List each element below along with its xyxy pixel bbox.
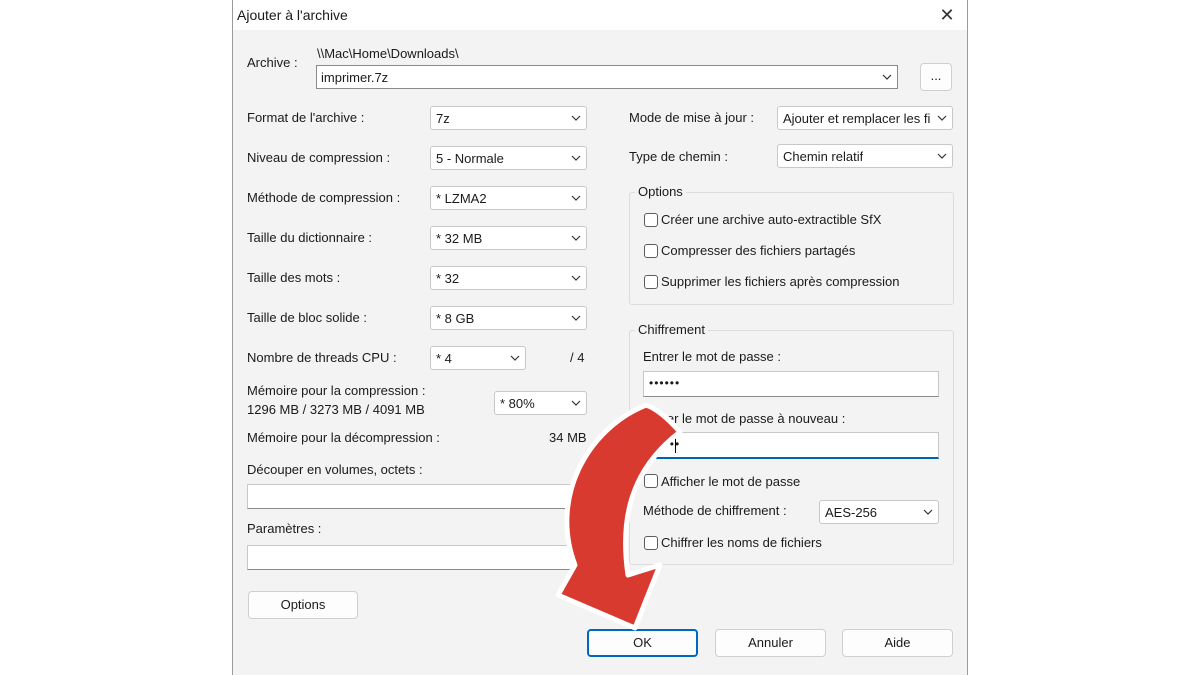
chevron-down-icon [923,509,933,515]
chevron-down-icon [571,115,581,121]
dialog-title: Ajouter à l'archive [237,7,348,23]
shared-checkbox[interactable] [644,244,658,258]
delete-checkbox[interactable] [644,275,658,289]
title-bar: Ajouter à l'archive ✕ [233,0,967,30]
split-label: Découper en volumes, octets : [247,462,423,477]
update-mode-value: Ajouter et remplacer les fich [783,111,931,126]
method-label: Méthode de compression : [247,190,401,205]
update-mode-label: Mode de mise à jour : [629,110,755,125]
update-mode-select[interactable]: Ajouter et remplacer les fich [777,106,953,130]
chevron-down-icon [571,235,581,241]
chevron-down-icon [571,195,581,201]
block-value: * 8 GB [436,311,475,326]
format-value: 7z [436,111,450,126]
method-value: * LZMA2 [436,191,487,206]
threads-label: Nombre de threads CPU : [247,350,397,365]
chevron-down-icon [937,115,947,121]
delete-label: Supprimer les fichiers après compression [661,274,900,289]
mem-comp-value: * 80% [500,396,535,411]
encryption-group-title: Chiffrement [635,322,708,337]
password-value: •••••• [649,376,681,390]
words-select[interactable]: * 32 [430,266,587,290]
chevron-down-icon [571,155,581,161]
method-select[interactable]: * LZMA2 [430,186,587,210]
dict-select[interactable]: * 32 MB [430,226,587,250]
close-icon[interactable]: ✕ [935,3,959,27]
cipher-method-select[interactable]: AES-256 [819,500,939,524]
options-button[interactable]: Options [248,591,358,619]
params-input[interactable] [247,545,587,570]
words-value: * 32 [436,271,460,286]
red-arrow-annotation [555,402,683,631]
path-type-value: Chemin relatif [783,149,864,164]
level-label: Niveau de compression : [247,150,391,165]
browse-button[interactable]: ... [920,63,952,91]
block-label: Taille de bloc solide : [247,310,367,325]
chevron-down-icon [937,153,947,159]
path-type-label: Type de chemin : [629,149,728,164]
shared-label: Compresser des fichiers partagés [661,243,856,258]
chevron-down-icon [571,275,581,281]
archive-filename-combo[interactable]: imprimer.7z [316,65,898,89]
block-select[interactable]: * 8 GB [430,306,587,330]
mem-comp-label: Mémoire pour la compression : [247,383,426,398]
threads-value: * 4 [436,351,452,366]
path-type-select[interactable]: Chemin relatif [777,144,953,168]
dict-label: Taille du dictionnaire : [247,230,373,245]
words-label: Taille des mots : [247,270,341,285]
mem-decomp-label: Mémoire pour la décompression : [247,430,440,445]
threads-total: / 4 [570,350,585,365]
cipher-method-value: AES-256 [825,505,878,520]
format-select[interactable]: 7z [430,106,587,130]
mem-comp-detail: 1296 MB / 3273 MB / 4091 MB [247,402,425,417]
chevron-down-icon [882,74,892,80]
options-group-title: Options [635,184,686,199]
archive-path: \\Mac\Home\Downloads\ [317,46,459,61]
level-select[interactable]: 5 - Normale [430,146,587,170]
help-button[interactable]: Aide [842,629,953,657]
dict-value: * 32 MB [436,231,483,246]
archive-label: Archive : [247,55,298,70]
threads-select[interactable]: * 4 [430,346,526,370]
level-value: 5 - Normale [436,151,504,166]
format-label: Format de l'archive : [247,110,365,125]
split-input[interactable] [247,484,587,509]
sfx-checkbox[interactable] [644,213,658,227]
chevron-down-icon [510,355,520,361]
sfx-label: Créer une archive auto-extractible SfX [661,212,882,227]
params-label: Paramètres : [247,521,322,536]
archive-filename: imprimer.7z [321,70,389,85]
password-label: Entrer le mot de passe : [643,349,782,364]
chevron-down-icon [571,315,581,321]
